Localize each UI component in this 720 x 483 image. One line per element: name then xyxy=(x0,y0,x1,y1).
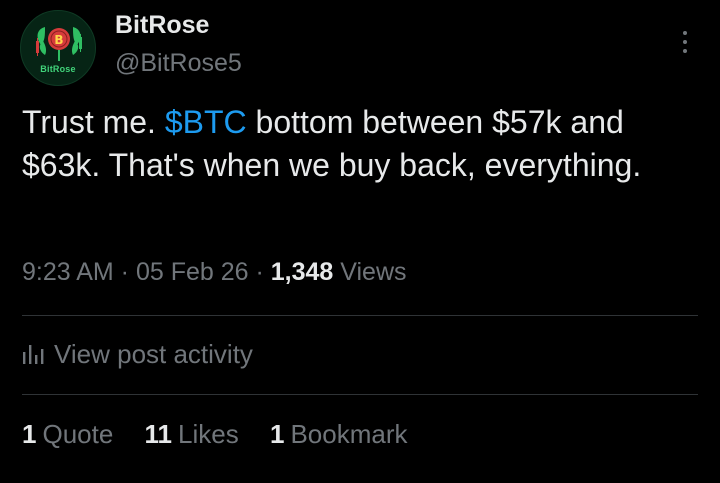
quotes-stat[interactable]: 1 Quote xyxy=(22,418,113,450)
likes-stat[interactable]: 11 Likes xyxy=(145,418,239,450)
post: B BitRose BitRose @BitRose5 Trust me. $B… xyxy=(0,0,720,483)
author-handle[interactable]: @BitRose5 xyxy=(115,48,242,78)
quotes-label: Quote xyxy=(42,419,114,449)
post-meta: 9:23 AM · 05 Feb 26 · 1,348 Views xyxy=(22,256,407,288)
bookmarks-label: Bookmark xyxy=(290,419,408,449)
post-date[interactable]: 05 Feb 26 xyxy=(136,258,249,286)
views-count: 1,348 xyxy=(270,258,334,286)
post-time[interactable]: 9:23 AM xyxy=(22,258,114,286)
view-post-activity-label: View post activity xyxy=(54,339,253,369)
divider xyxy=(22,394,698,395)
cashtag-link[interactable]: $BTC xyxy=(165,104,247,140)
bar-chart-icon xyxy=(23,345,44,365)
bookmarks-count: 1 xyxy=(269,419,285,449)
author-display-name[interactable]: BitRose xyxy=(115,10,209,40)
views-label: Views xyxy=(333,258,407,286)
svg-text:B: B xyxy=(54,33,63,47)
engagement-stats: 1 Quote 11 Likes 1 Bookmark xyxy=(22,418,431,450)
divider xyxy=(22,315,698,316)
tweet-text: Trust me. $BTC bottom between $57k and $… xyxy=(22,101,692,187)
more-options-icon[interactable] xyxy=(674,28,696,56)
tweet-text-before: Trust me. xyxy=(22,104,165,140)
bitcoin-rose-logo-icon: B xyxy=(36,27,82,61)
meta-separator: · xyxy=(248,258,271,286)
quotes-count: 1 xyxy=(22,419,37,449)
avatar-label: BitRose xyxy=(40,64,76,74)
likes-label: Likes xyxy=(178,419,239,449)
likes-count: 11 xyxy=(144,419,173,449)
view-post-activity-link[interactable]: View post activity xyxy=(22,338,253,370)
avatar[interactable]: B BitRose xyxy=(20,10,96,86)
meta-separator: · xyxy=(113,258,136,286)
bookmarks-stat[interactable]: 1 Bookmark xyxy=(270,418,408,450)
